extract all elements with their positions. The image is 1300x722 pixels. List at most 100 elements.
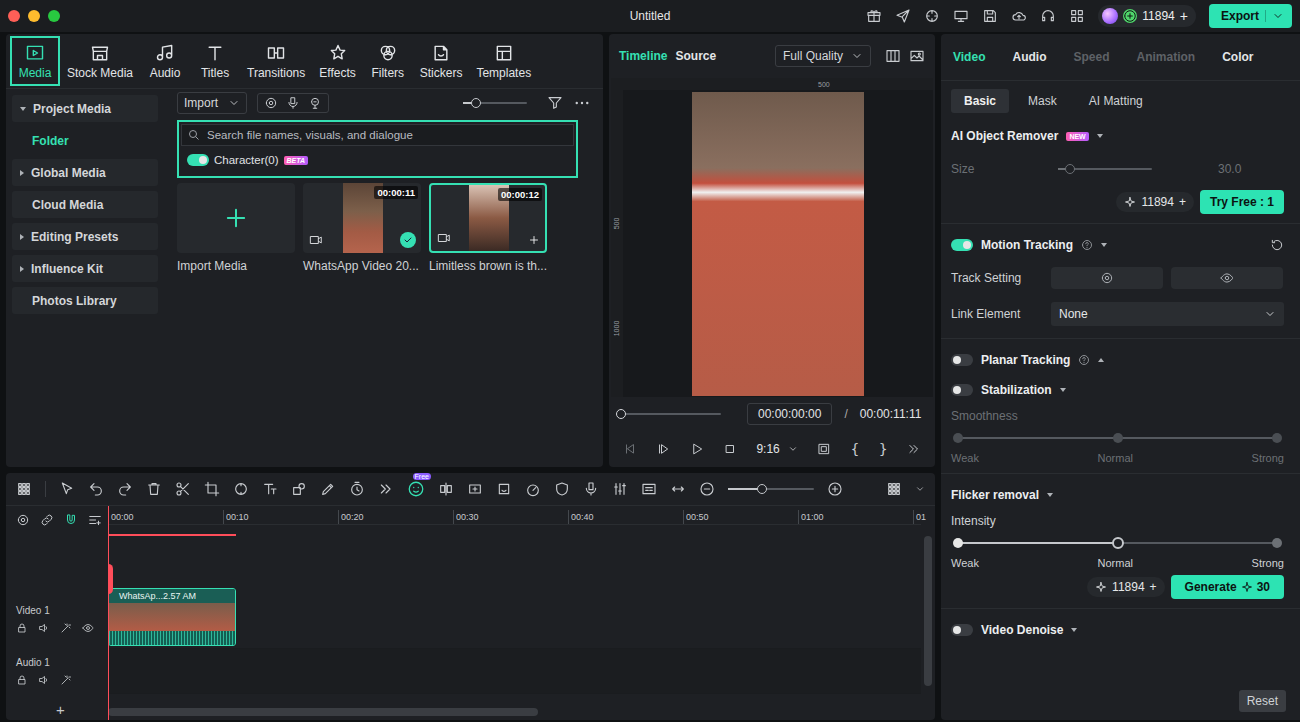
mute-track-button[interactable] bbox=[38, 674, 50, 686]
timeline-zoom-slider[interactable] bbox=[728, 483, 814, 495]
intensity-slider[interactable] bbox=[953, 532, 1282, 554]
filter-button[interactable] bbox=[547, 95, 563, 111]
planar-tracking-toggle[interactable] bbox=[951, 354, 973, 366]
split-tool[interactable] bbox=[438, 481, 454, 497]
shield-tool[interactable] bbox=[554, 481, 570, 497]
media-card[interactable]: 00:00:12 Limitless brown is th... bbox=[429, 183, 547, 273]
text-tool[interactable] bbox=[262, 481, 278, 497]
mic-tool[interactable] bbox=[583, 481, 599, 497]
link-element-dropdown[interactable]: None bbox=[1051, 302, 1284, 326]
close-button[interactable] bbox=[8, 10, 20, 22]
monitor-button[interactable] bbox=[953, 8, 969, 24]
video-denoise-toggle[interactable] bbox=[951, 624, 973, 636]
inspector-subtab[interactable]: Basic bbox=[951, 89, 1009, 113]
view-options-dropdown[interactable] bbox=[915, 484, 925, 494]
inspector-subtab[interactable]: AI Matting bbox=[1076, 89, 1156, 113]
sidebar-item[interactable]: Global Media bbox=[12, 159, 158, 186]
inspector-subtab[interactable]: Mask bbox=[1015, 89, 1070, 113]
media-tab[interactable]: Transitions bbox=[240, 36, 312, 86]
snapshot-button[interactable] bbox=[909, 48, 925, 64]
sidebar-item[interactable]: Folder bbox=[12, 127, 158, 154]
media-tab[interactable]: Media bbox=[10, 36, 60, 86]
mark-out-button[interactable]: } bbox=[879, 441, 888, 457]
search-field[interactable]: Search file names, visuals, and dialogue bbox=[181, 124, 574, 146]
caption-tool[interactable] bbox=[641, 481, 657, 497]
media-tab[interactable]: Templates bbox=[469, 36, 538, 86]
mute-track-button[interactable] bbox=[38, 622, 50, 634]
preview-tracking-button[interactable] bbox=[1171, 267, 1283, 289]
inspector-tab[interactable]: Speed bbox=[1073, 50, 1109, 64]
timeline-clip[interactable]: WhatsAp...2.57 AM bbox=[108, 588, 236, 646]
zoom-in-button[interactable] bbox=[827, 481, 843, 497]
chevrons-tool[interactable] bbox=[378, 481, 394, 497]
media-tab[interactable]: Titles bbox=[190, 36, 240, 86]
more-button[interactable] bbox=[573, 94, 591, 112]
zoom-out-button[interactable] bbox=[699, 481, 715, 497]
arrow-tool[interactable] bbox=[59, 481, 75, 497]
redo-tool[interactable] bbox=[117, 481, 133, 497]
next-frame-button[interactable] bbox=[656, 442, 670, 456]
shape-tool[interactable] bbox=[291, 481, 307, 497]
trash-tool[interactable] bbox=[146, 481, 162, 497]
ring-tool[interactable] bbox=[233, 481, 249, 497]
speed-tool[interactable] bbox=[525, 481, 541, 497]
thumbnail-size-slider[interactable] bbox=[463, 97, 527, 109]
minimize-button[interactable] bbox=[28, 10, 40, 22]
add-track-plus[interactable]: + bbox=[56, 701, 65, 718]
preview-tab[interactable]: Source bbox=[675, 49, 716, 63]
headset-button[interactable] bbox=[1040, 8, 1056, 24]
freeze-tool[interactable] bbox=[467, 481, 483, 497]
lock-track-button[interactable] bbox=[16, 674, 28, 686]
reset-tracking-button[interactable] bbox=[1270, 238, 1284, 252]
media-tab[interactable]: Filters bbox=[363, 36, 413, 86]
preview-tab[interactable]: Timeline bbox=[619, 49, 667, 63]
play-button[interactable] bbox=[690, 442, 704, 456]
save-button[interactable] bbox=[982, 8, 998, 24]
ai-face-tool[interactable]: Free bbox=[407, 480, 425, 498]
stabilization-toggle[interactable] bbox=[951, 384, 973, 396]
previous-frame-button[interactable] bbox=[623, 442, 637, 456]
collapse-icon[interactable] bbox=[1071, 628, 1077, 632]
media-tab[interactable]: Effects bbox=[312, 36, 362, 86]
tts-button[interactable] bbox=[308, 96, 322, 110]
collapse-icon[interactable] bbox=[1098, 358, 1104, 362]
reset-button[interactable]: Reset bbox=[1239, 690, 1286, 712]
timer-tool[interactable] bbox=[349, 481, 365, 497]
sidebar-item[interactable]: Project Media bbox=[12, 95, 158, 122]
view-options-button[interactable] bbox=[886, 481, 902, 497]
timeline-settings-button[interactable] bbox=[16, 513, 30, 527]
fit-tool[interactable] bbox=[670, 481, 686, 497]
inspector-tab[interactable]: Animation bbox=[1136, 50, 1195, 64]
add-track-button[interactable] bbox=[88, 513, 102, 527]
gift-button[interactable] bbox=[866, 8, 882, 24]
aspect-ratio-dropdown[interactable]: 9:16 bbox=[756, 442, 797, 456]
import-dropdown[interactable]: Import bbox=[177, 92, 247, 114]
horizontal-scrollbar[interactable] bbox=[108, 708, 921, 716]
layout-grid-button[interactable] bbox=[16, 481, 32, 497]
inspector-tab[interactable]: Color bbox=[1222, 50, 1253, 64]
mixer-tool[interactable] bbox=[612, 481, 628, 497]
pen-tool[interactable] bbox=[320, 481, 336, 497]
zoom-button[interactable] bbox=[48, 10, 60, 22]
vertical-scrollbar[interactable] bbox=[924, 536, 932, 686]
media-tab[interactable]: Stickers bbox=[413, 36, 470, 86]
media-tab[interactable]: Stock Media bbox=[60, 36, 140, 86]
sidebar-item[interactable]: Photos Library bbox=[12, 287, 158, 314]
ai-track-button[interactable] bbox=[60, 622, 72, 634]
playback-progress[interactable] bbox=[621, 408, 721, 420]
smoothness-slider[interactable] bbox=[953, 427, 1282, 449]
record-button[interactable] bbox=[264, 96, 278, 110]
quality-dropdown[interactable]: Full Quality bbox=[775, 45, 871, 67]
support-button[interactable] bbox=[924, 8, 940, 24]
sidebar-item[interactable]: Cloud Media bbox=[12, 191, 158, 218]
ai-track-button[interactable] bbox=[60, 674, 72, 686]
scissors-tool[interactable] bbox=[175, 481, 191, 497]
undo-tool[interactable] bbox=[88, 481, 104, 497]
current-time[interactable]: 00:00:00:00 bbox=[747, 403, 832, 425]
size-slider[interactable] bbox=[1058, 163, 1152, 175]
collapse-icon[interactable] bbox=[1047, 493, 1053, 497]
inspector-tab[interactable]: Audio bbox=[1012, 50, 1046, 64]
try-free-button[interactable]: Try Free : 1 bbox=[1200, 190, 1284, 214]
send-button[interactable] bbox=[895, 8, 911, 24]
character-toggle[interactable] bbox=[187, 154, 209, 166]
